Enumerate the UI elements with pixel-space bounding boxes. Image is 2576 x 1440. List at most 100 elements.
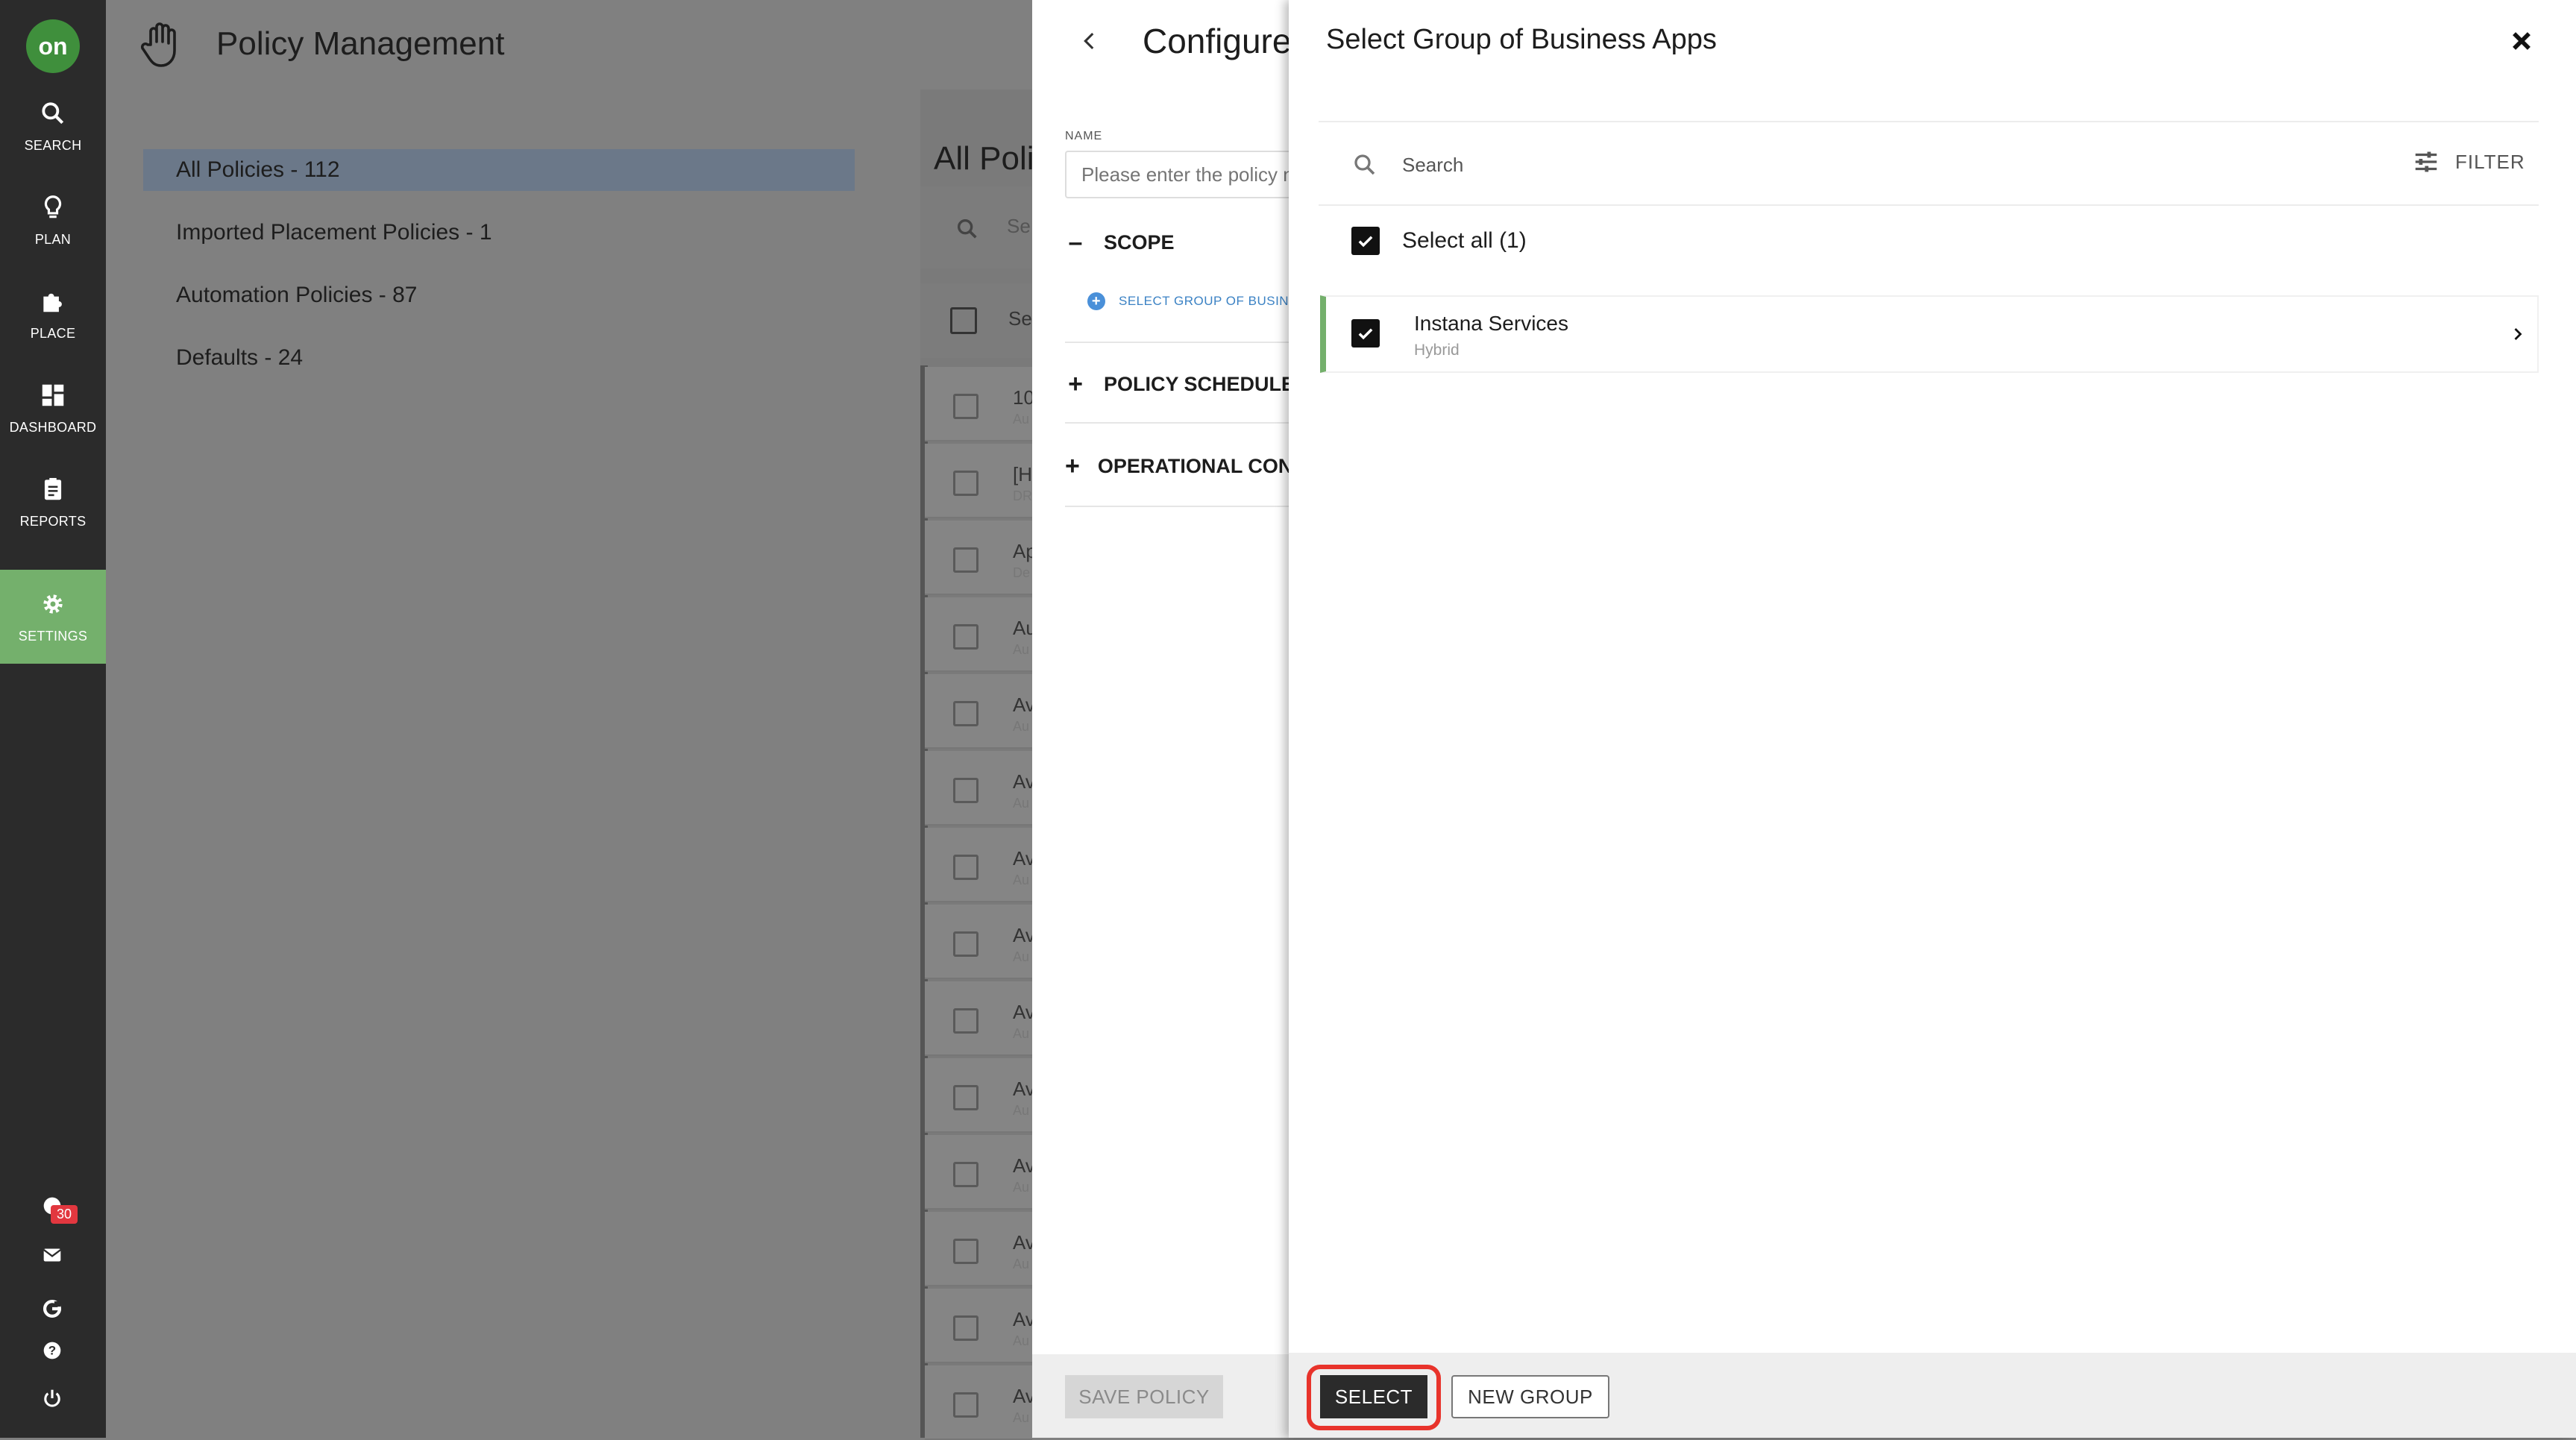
checkmark-icon — [1358, 328, 1373, 340]
row-subtitle: DR — [1013, 488, 1032, 503]
select-group-link-label: SELECT GROUP OF BUSINE — [1119, 294, 1289, 308]
nav-reports[interactable]: REPORTS — [0, 455, 106, 549]
item-type: Hybrid — [1414, 342, 1460, 359]
select-group-title: Select Group of Business Apps — [1326, 24, 1717, 55]
dashboard-icon — [42, 384, 64, 406]
sidebar-item-defaults[interactable]: Defaults - 24 — [143, 337, 855, 379]
nav-plan-label: PLAN — [34, 231, 72, 247]
table-row[interactable]: Av Au — [925, 674, 1035, 749]
operational-constraints-toggle[interactable]: + OPERATIONAL CONS — [1065, 452, 1289, 481]
row-checkbox[interactable] — [953, 1162, 978, 1187]
gear-icon — [43, 594, 63, 614]
back-icon[interactable] — [1077, 28, 1102, 54]
table-search[interactable]: Se — [920, 186, 1032, 268]
search-icon — [1354, 154, 1375, 175]
row-checkbox[interactable] — [953, 394, 978, 419]
table-row[interactable]: Av Au — [925, 1289, 1035, 1363]
table-header-label: Se — [1008, 307, 1032, 330]
search-input[interactable] — [1401, 146, 2146, 183]
row-subtitle: Au — [1013, 642, 1030, 657]
row-checkbox[interactable] — [953, 1239, 978, 1264]
nav-search[interactable]: SEARCH — [0, 79, 106, 173]
select-all-checkbox[interactable] — [1351, 227, 1380, 255]
row-checkbox[interactable] — [953, 1315, 978, 1341]
row-checkbox[interactable] — [953, 778, 978, 803]
row-checkbox[interactable] — [953, 1085, 978, 1110]
row-subtitle: Au — [1013, 796, 1030, 811]
nav-settings[interactable]: SETTINGS — [0, 570, 106, 664]
scope-section-toggle[interactable]: – SCOPE — [1065, 228, 1289, 257]
nav-dashboard[interactable]: DASHBOARD — [0, 361, 106, 455]
nav-place[interactable]: PLACE — [0, 267, 106, 361]
nav-reports-label: REPORTS — [19, 513, 87, 529]
row-subtitle: Au — [1013, 1180, 1030, 1195]
collapse-icon: – — [1068, 228, 1083, 257]
divider — [1319, 204, 2539, 206]
select-all-label[interactable]: Select all (1) — [1402, 228, 1527, 254]
scope-label: SCOPE — [1104, 231, 1175, 254]
row-checkbox[interactable] — [953, 1008, 978, 1034]
chevron-right-icon[interactable] — [2507, 324, 2528, 345]
row-checkbox[interactable] — [953, 547, 978, 573]
help-icon[interactable]: ? — [40, 1338, 65, 1363]
hand-icon — [140, 22, 176, 67]
row-checkbox[interactable] — [953, 855, 978, 880]
row-subtitle: Au — [1013, 1410, 1030, 1425]
row-checkbox[interactable] — [953, 931, 978, 957]
google-icon[interactable] — [40, 1296, 65, 1321]
sidebar-item-imported-placement[interactable]: Imported Placement Policies - 1 — [143, 212, 855, 254]
policy-name-input[interactable] — [1065, 151, 1289, 198]
row-checkbox[interactable] — [953, 1392, 978, 1418]
row-subtitle: Au — [1013, 1333, 1030, 1348]
nav-settings-label: SETTINGS — [18, 628, 88, 644]
configure-title: Configure — [1143, 22, 1289, 60]
header-checkbox[interactable] — [950, 307, 977, 334]
table-row[interactable]: Av Au — [925, 1212, 1035, 1286]
filter-button[interactable]: FILTER — [2412, 148, 2525, 176]
clipboard-icon — [44, 477, 62, 500]
select-group-link[interactable]: + SELECT GROUP OF BUSINE — [1087, 292, 1289, 310]
mail-icon[interactable] — [40, 1242, 65, 1268]
item-name: Instana Services — [1414, 312, 1568, 335]
table-row[interactable]: Ap De — [925, 521, 1037, 595]
table-row[interactable]: [H DR — [925, 444, 1032, 518]
nav-search-label: SEARCH — [24, 137, 82, 153]
table-row[interactable]: Au Au — [925, 597, 1037, 672]
row-checkbox[interactable] — [953, 471, 978, 496]
table-row[interactable]: 10 Au — [925, 367, 1034, 441]
row-subtitle: Au — [1013, 412, 1030, 427]
row-checkbox[interactable] — [953, 701, 978, 726]
divider — [1065, 342, 1289, 343]
table-row[interactable]: Av Au — [925, 828, 1035, 902]
policy-list-title: All Poli — [934, 140, 1034, 177]
row-subtitle: Au — [1013, 873, 1030, 887]
nav-plan[interactable]: PLAN — [0, 173, 106, 267]
table-row[interactable]: Av Au — [925, 905, 1035, 979]
table-row[interactable]: Av Au — [925, 1135, 1035, 1210]
table-row[interactable]: Av Au — [925, 981, 1035, 1056]
filter-sliders-icon — [2415, 151, 2437, 172]
row-subtitle: Au — [1013, 949, 1030, 964]
divider — [1065, 422, 1289, 424]
table-row[interactable]: Av Au — [925, 751, 1035, 826]
operational-constraints-label: OPERATIONAL CONS — [1097, 455, 1289, 477]
select-button[interactable]: SELECT — [1320, 1375, 1427, 1418]
save-policy-button[interactable]: SAVE POLICY — [1065, 1375, 1223, 1418]
notification-badge: 30 — [51, 1205, 78, 1224]
table-row[interactable]: Av Au — [925, 1365, 1035, 1440]
table-row[interactable]: Av Au — [925, 1058, 1035, 1133]
sidebar-item-all-policies[interactable]: All Policies - 112 — [143, 149, 855, 191]
power-icon[interactable] — [40, 1386, 65, 1411]
close-icon[interactable] — [2509, 28, 2534, 54]
select-panel-footer: SELECT NEW GROUP — [1289, 1353, 2576, 1438]
select-group-panel: Select Group of Business Apps FILTER Sel… — [1289, 0, 2576, 1438]
app-logo[interactable]: on — [26, 19, 80, 73]
row-subtitle: Au — [1013, 1026, 1030, 1041]
policy-schedule-toggle[interactable]: + POLICY SCHEDULE — [1065, 370, 1289, 399]
row-checkbox[interactable] — [953, 624, 978, 650]
sidebar-item-automation[interactable]: Automation Policies - 87 — [143, 274, 855, 316]
list-item[interactable]: Instana Services Hybrid — [1320, 295, 2539, 373]
item-checkbox[interactable] — [1351, 319, 1380, 348]
new-group-button[interactable]: NEW GROUP — [1451, 1375, 1609, 1418]
divider — [1319, 121, 2539, 122]
